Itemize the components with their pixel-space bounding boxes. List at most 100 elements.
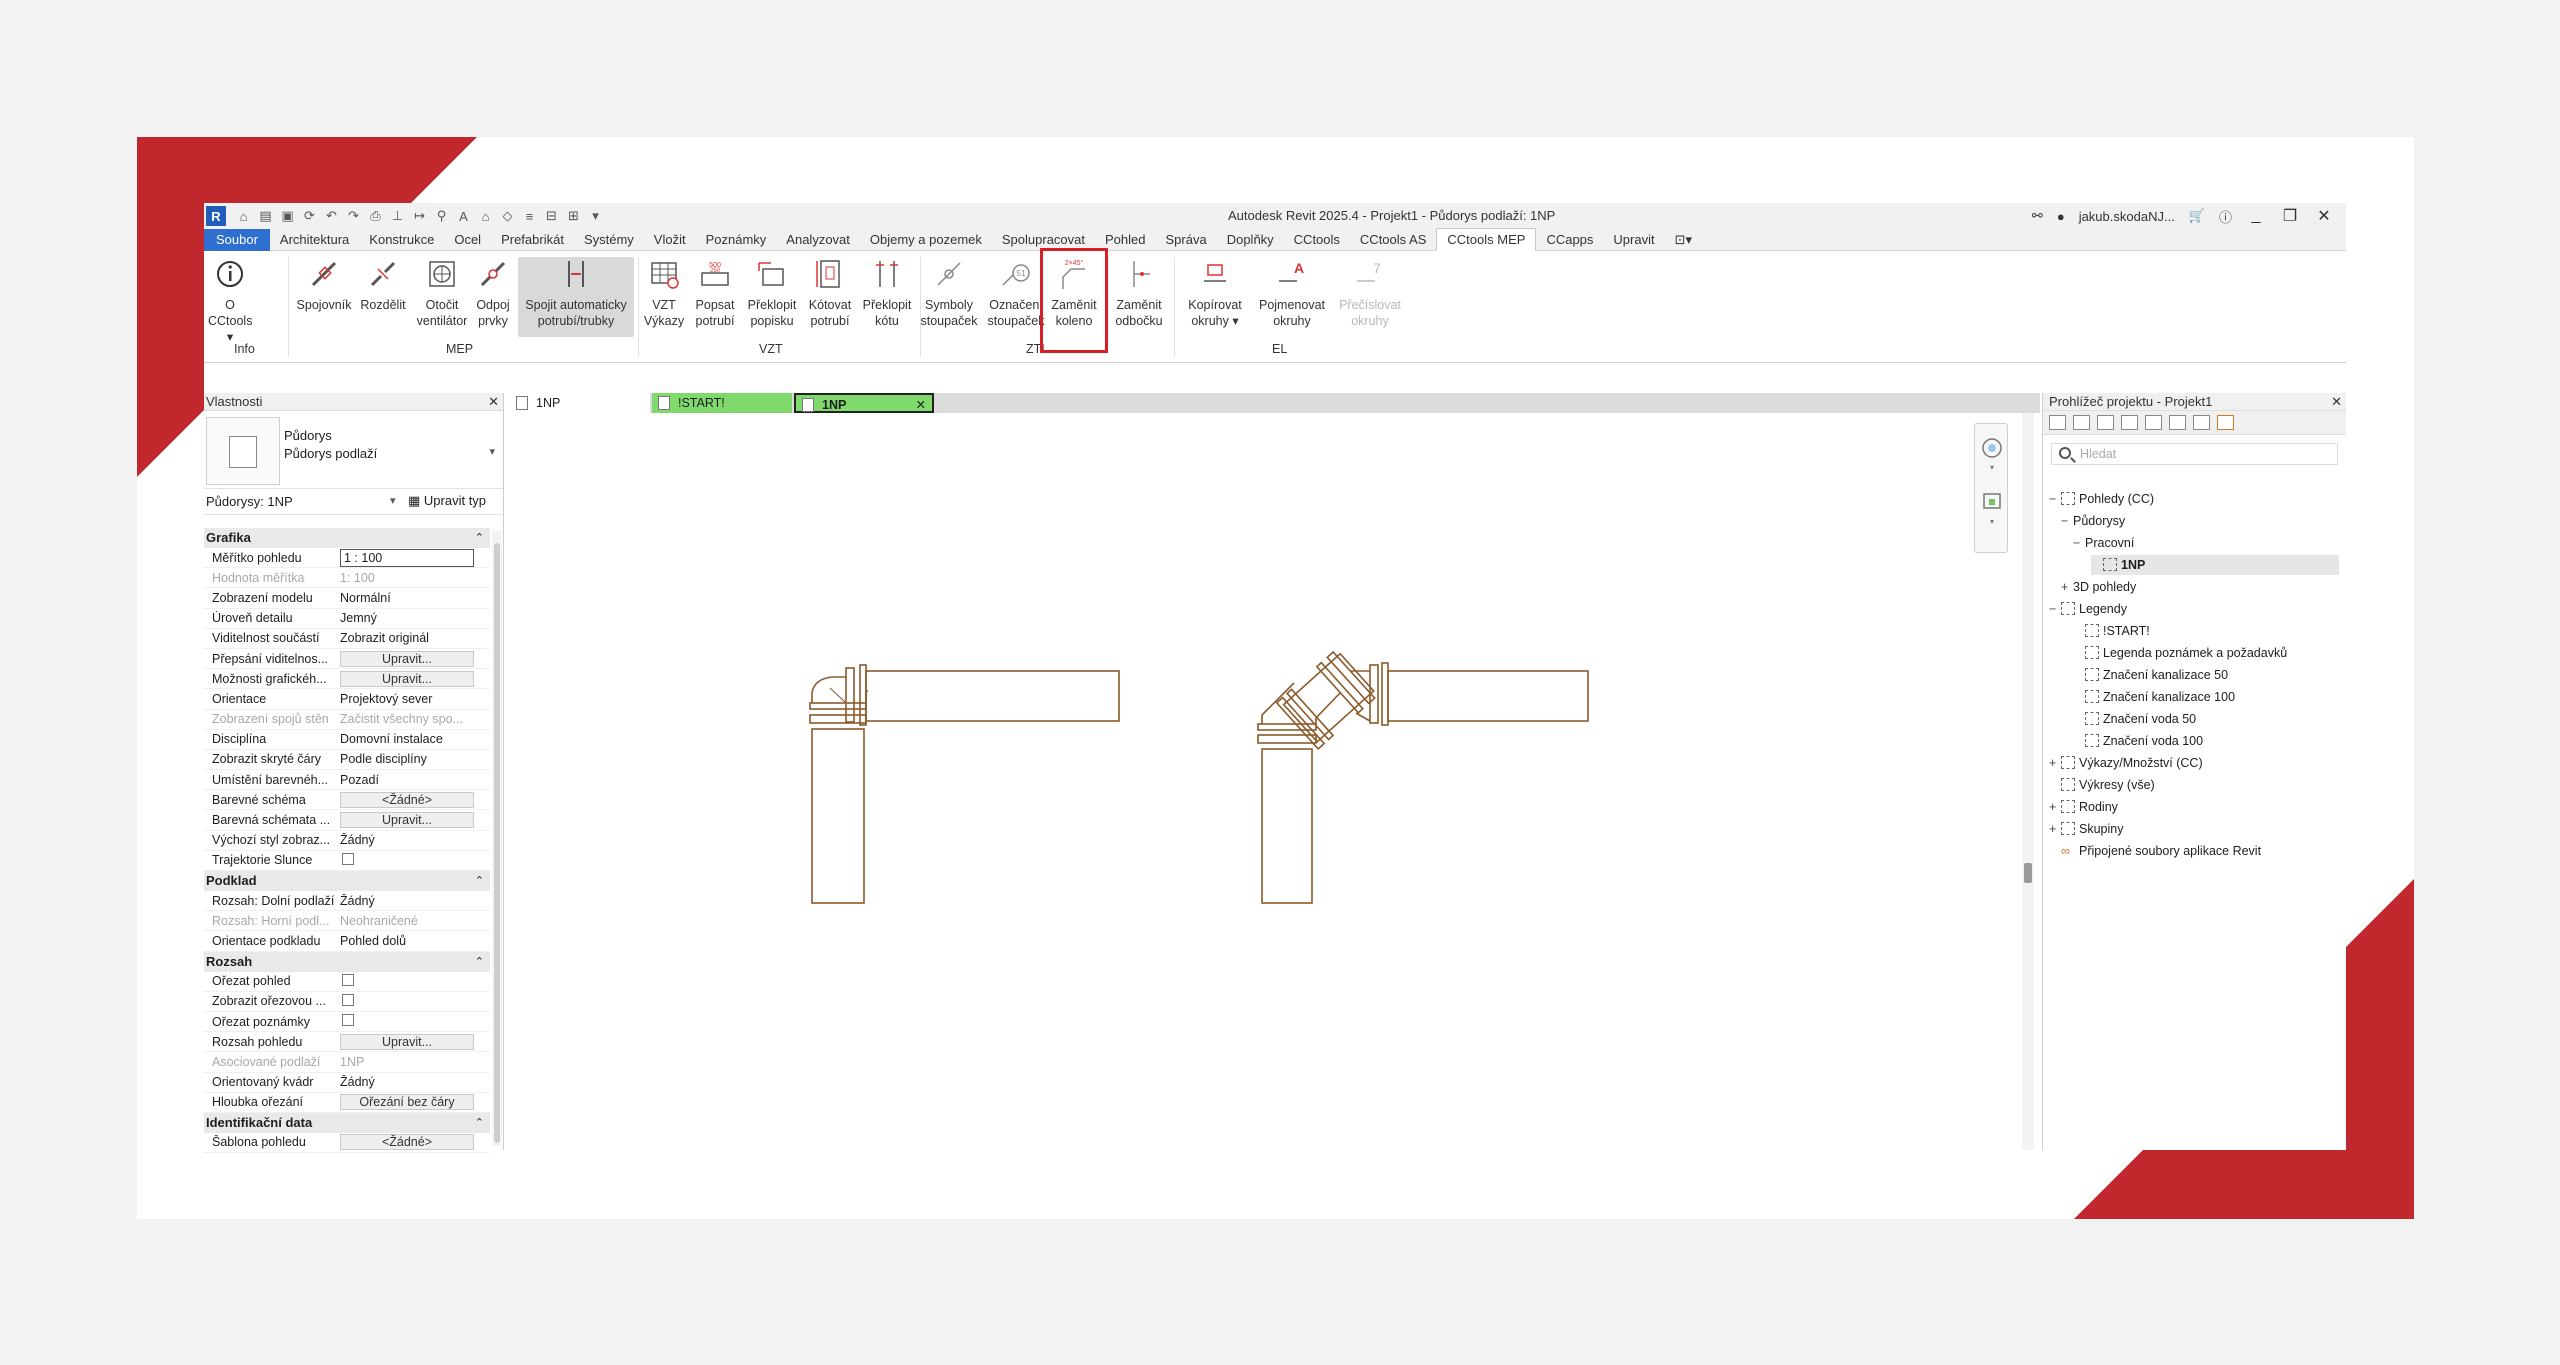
section-icon[interactable]: ◇ [500, 208, 515, 224]
property-value[interactable]: Podle disciplíny [338, 752, 490, 766]
redo-icon[interactable]: ↷ [346, 208, 361, 224]
ribbon-tab[interactable]: Systémy [574, 229, 644, 251]
chevron-down-icon[interactable]: ▾ [390, 494, 396, 507]
ribbon-tab[interactable]: Doplňky [1217, 229, 1284, 251]
pipe-vertical-right[interactable] [1261, 748, 1313, 904]
close-icon[interactable]: ✕ [488, 393, 499, 411]
property-value[interactable]: Žádný [338, 1075, 490, 1089]
property-value[interactable]: Žádný [338, 894, 490, 908]
browser-item[interactable]: + Skupiny [2049, 819, 2339, 839]
ribbon-tab[interactable]: Architektura [270, 229, 359, 251]
about-cctools-button[interactable]: O CCtools ▾ [208, 257, 252, 345]
binoculars-icon[interactable]: ⚯ [2032, 208, 2043, 224]
restore-icon[interactable]: ❐ [2280, 206, 2300, 226]
pipe-horizontal-left[interactable] [865, 670, 1120, 722]
browser-home-icon[interactable] [2049, 415, 2066, 430]
tab-view-1np-active[interactable]: 1NP ✕ [794, 393, 934, 413]
ribbon-tab[interactable]: CCtools AS [1350, 229, 1436, 251]
ribbon-tab[interactable]: CCtools [1284, 229, 1350, 251]
kotovat-potrubi-button[interactable]: Kótovat potrubí [804, 257, 856, 329]
customize-qat-icon[interactable]: ▾ [588, 208, 603, 224]
property-edit-button[interactable]: Upravit... [340, 1033, 474, 1050]
browser-family-icon[interactable] [2145, 415, 2162, 430]
pojmenovat-okruhy-button[interactable]: A Pojmenovat okruhy [1254, 257, 1330, 329]
property-edit-button[interactable]: Upravit... [340, 670, 474, 687]
help-icon[interactable]: ⓘ [2219, 207, 2232, 226]
canvas-scrollbar[interactable] [2022, 413, 2034, 1150]
user-name[interactable]: jakub.skodaNJ... [2079, 209, 2175, 224]
print-icon[interactable]: ⎙ [368, 208, 383, 224]
pipe-horizontal-right[interactable] [1387, 670, 1589, 722]
collapse-icon[interactable]: − [2049, 489, 2061, 509]
expand-icon[interactable]: + [2049, 753, 2061, 773]
property-checkbox[interactable] [342, 852, 354, 865]
close-hidden-icon[interactable]: ⊟ [544, 208, 559, 224]
elbow-45-segments[interactable] [1275, 649, 1378, 751]
user-icon[interactable]: ● [2057, 209, 2065, 224]
property-value[interactable]: Pozadí [338, 773, 490, 787]
properties-scrollbar[interactable] [492, 531, 502, 1146]
ribbon-tab[interactable]: CCtools MEP [1436, 228, 1537, 251]
collapse-icon[interactable]: − [2049, 599, 2061, 619]
dimension-icon[interactable]: ↦ [412, 208, 427, 224]
browser-item[interactable]: − Legendy [2049, 599, 2339, 619]
ribbon-tab[interactable]: Konstrukce [359, 229, 444, 251]
ribbon-tab[interactable]: Objemy a pozemek [860, 229, 992, 251]
browser-item[interactable]: + Rodiny [2049, 797, 2339, 817]
browser-filter-icon[interactable] [2193, 415, 2210, 430]
section-grafika[interactable]: Grafika ⌃ [204, 528, 490, 548]
property-edit-button[interactable]: <Žádné> [340, 791, 474, 808]
expand-icon[interactable]: + [2061, 577, 2073, 597]
browser-item[interactable]: Značení kanalizace 50 [2073, 665, 2339, 685]
section-ident[interactable]: Identifikační data ⌃ [204, 1112, 490, 1133]
vzt-vykazy-button[interactable]: VZT Výkazy [642, 257, 686, 329]
otocit-ventilator-button[interactable]: Otočit ventilátor [414, 257, 470, 329]
popsat-potrubi-button[interactable]: 500 250 Popsat potrubí [690, 257, 740, 329]
minimize-icon[interactable]: _ [2246, 207, 2266, 225]
browser-item[interactable]: − Půdorysy [2061, 511, 2339, 531]
property-value[interactable]: Domovní instalace [338, 732, 490, 746]
open-icon[interactable]: ▤ [258, 208, 273, 224]
property-edit-button[interactable]: Ořezání bez čáry [340, 1094, 474, 1111]
save-icon[interactable]: ▣ [280, 208, 295, 224]
elbow-90[interactable] [811, 676, 846, 703]
instance-filter[interactable]: Půdorysy: 1NP ▾ ▦ Upravit typ [204, 489, 503, 515]
property-checkbox[interactable] [342, 993, 354, 1006]
close-icon[interactable]: ✕ [2314, 206, 2334, 226]
ribbon-tab[interactable]: Analyzovat [776, 229, 860, 251]
collapse-icon[interactable]: ⌃ [475, 1113, 484, 1133]
undo-icon[interactable]: ↶ [324, 208, 339, 224]
browser-item[interactable]: − Pohledy (CC) [2049, 489, 2339, 509]
rozdelit-button[interactable]: Rozdělit [356, 257, 410, 313]
3d-view-icon[interactable]: ⌂ [478, 209, 493, 224]
browser-group-icon[interactable] [2169, 415, 2186, 430]
symboly-stoupacek-button[interactable]: Symboly stoupaček [916, 257, 982, 329]
property-checkbox[interactable] [342, 973, 354, 986]
expand-icon[interactable]: + [2049, 797, 2061, 817]
collapse-icon[interactable]: ⌃ [475, 952, 484, 972]
ribbon-options-icon[interactable]: ⊡▾ [1665, 229, 1702, 251]
ribbon-tab[interactable]: Soubor [204, 228, 270, 251]
navigation-bar[interactable]: ▾ ▾ [1974, 423, 2008, 553]
property-edit-button[interactable]: Upravit... [340, 650, 474, 667]
collapse-icon[interactable]: − [2061, 511, 2073, 531]
browser-item[interactable]: + Výkazy/Množství (CC) [2049, 753, 2339, 773]
odpoj-prvky-button[interactable]: Odpoj prvky [472, 257, 514, 329]
chevron-down-icon[interactable]: ▾ [489, 445, 495, 458]
close-icon[interactable]: ✕ [2331, 393, 2342, 411]
browser-view-icon[interactable] [2073, 415, 2090, 430]
browser-item[interactable]: Výkresy (vše) [2049, 775, 2339, 795]
section-rozsah[interactable]: Rozsah ⌃ [204, 951, 490, 972]
tab-view-start[interactable]: !START! [652, 393, 792, 413]
preklopit-kotu-button[interactable]: Překlopit kótu [858, 257, 916, 329]
browser-item[interactable]: Značení kanalizace 100 [2073, 687, 2339, 707]
spojovnik-button[interactable]: Spojovník [294, 257, 354, 313]
precislovat-okruhy-button[interactable]: 7 Přečíslovat okruhy [1332, 257, 1408, 329]
property-edit-button[interactable]: <Žádné> [340, 1134, 474, 1151]
browser-sheet-icon[interactable] [2097, 415, 2114, 430]
browser-item[interactable]: Legenda poznámek a požadavků [2073, 643, 2339, 663]
preklopit-popisku-button[interactable]: Překlopit popisku [742, 257, 802, 329]
sync-icon[interactable]: ⟳ [302, 208, 317, 224]
ribbon-tab[interactable]: Vložit [644, 229, 696, 251]
collapse-icon[interactable]: ⌃ [475, 528, 484, 548]
